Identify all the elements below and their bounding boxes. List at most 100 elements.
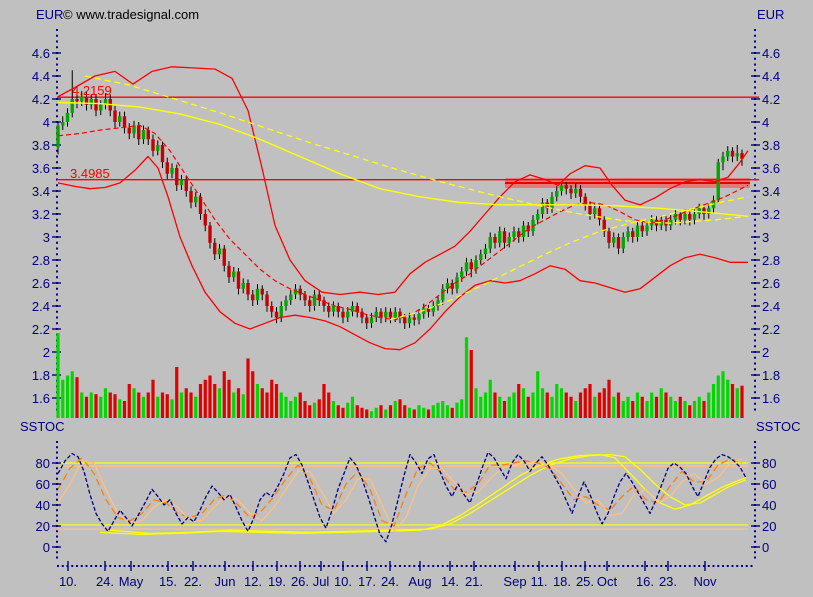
volume-bar (374, 407, 378, 418)
date-tick-label: 24. (96, 574, 114, 589)
price-tick-label: 1.6 (32, 391, 50, 406)
volume-bar (488, 379, 492, 418)
stoch-tick-label: 20 (762, 519, 776, 534)
volume-bar (346, 402, 350, 418)
volume-bar (445, 405, 450, 418)
resistance-value-label: 4.2159 (72, 83, 112, 98)
volume-bar (635, 392, 640, 418)
volume-bar (507, 396, 511, 418)
candle-down (222, 248, 226, 266)
candle-down (175, 168, 179, 186)
candle-down (588, 204, 592, 214)
candle-up (550, 196, 554, 209)
candle-up (232, 271, 236, 278)
price-tick-label: 2.6 (762, 276, 780, 291)
volume-bar (450, 407, 454, 418)
stoch-tick-label: 0 (762, 540, 769, 555)
date-tick-label: May (119, 574, 144, 589)
candlesticks (56, 70, 744, 329)
stoch-tick-label: 40 (36, 498, 50, 513)
candle-down (227, 265, 231, 278)
price-tick-label: 2 (762, 345, 769, 360)
candle-up (70, 99, 74, 113)
volume-bar (350, 396, 355, 418)
price-axis-title-left: EUR (36, 7, 64, 22)
candle-up (65, 112, 70, 122)
candle-up (194, 196, 198, 203)
volume-bar (588, 384, 592, 418)
candle-up (284, 300, 288, 306)
price-tick-label: 1.6 (762, 391, 780, 406)
volume-bar (279, 392, 283, 418)
volume-bar (412, 409, 416, 418)
date-tick-label: 19. (268, 574, 286, 589)
volume-bar (217, 388, 222, 418)
volume-bar (479, 396, 483, 418)
volume-bar (559, 388, 564, 418)
candle-up (645, 225, 649, 232)
candle-down (251, 294, 255, 301)
date-tick-label: 23. (659, 574, 677, 589)
volume-bar (403, 405, 407, 418)
date-tick-label: 11. (530, 574, 547, 589)
volume-bar (384, 409, 388, 418)
date-tick-label: 10. (334, 574, 352, 589)
price-tick-label: 4.6 (32, 46, 50, 61)
volume-bar (678, 396, 682, 418)
volume-bar (569, 396, 573, 418)
volume-bar (626, 396, 630, 418)
volume-bar (365, 409, 369, 418)
volume-bar (255, 384, 260, 418)
price-tick-label: 4.2 (32, 92, 50, 107)
date-tick-label: Sep (503, 574, 526, 589)
candle-up (721, 156, 725, 163)
candle-up (170, 168, 174, 174)
candle-down (412, 317, 416, 320)
candle-up (279, 306, 283, 318)
candle-up (417, 314, 421, 320)
volume-bar (260, 388, 264, 418)
volume-bar (322, 384, 326, 418)
candle-down (137, 125, 141, 140)
candle-up (393, 311, 397, 318)
chart-canvas[interactable]: 4.6 4.4 4.2 4 3.8 3.6 3.4 3.2 3 2.8 2.6 2.4 2.2 2 1.8 1… (0, 0, 813, 597)
candle-up (369, 317, 374, 324)
volume-bar (550, 396, 554, 418)
candle-down (616, 237, 621, 249)
candle-down (403, 317, 407, 324)
date-tick-label: Nov (693, 574, 717, 589)
date-tick-label: 10. (59, 574, 77, 589)
candle-up (512, 231, 516, 237)
volume-bar (602, 388, 606, 418)
volume-bar (469, 350, 473, 418)
candle-up (118, 116, 122, 122)
volume-bar (593, 396, 597, 418)
volume-bar (208, 375, 212, 418)
volume-bar (640, 396, 644, 418)
volume-bar (536, 371, 540, 418)
volume-bar (246, 358, 250, 418)
volume-bar (312, 402, 317, 418)
date-tick-label: 25. (576, 574, 594, 589)
volume-bar (355, 405, 359, 418)
volume-bar (284, 396, 288, 418)
volume-bar (578, 392, 583, 418)
candle-down (113, 110, 117, 122)
candle-down (322, 300, 326, 306)
volume-bar (160, 392, 165, 418)
price-tick-label: 3.2 (762, 207, 780, 222)
volume-bar (726, 379, 730, 418)
volume-bar (664, 392, 668, 418)
date-tick-label: 17. (358, 574, 376, 589)
indicator-title-right: SSTOC (756, 419, 801, 434)
candle-down (151, 139, 155, 151)
candle-up (441, 288, 445, 301)
date-tick-label: 16. (636, 574, 654, 589)
volume-bar (113, 394, 117, 418)
volume-bar (460, 399, 464, 418)
volume-bar (156, 396, 160, 418)
stoch-tick-label: 40 (762, 498, 776, 513)
volume-bar (597, 392, 602, 418)
candle-down (308, 300, 312, 306)
volume-bar (303, 401, 307, 418)
